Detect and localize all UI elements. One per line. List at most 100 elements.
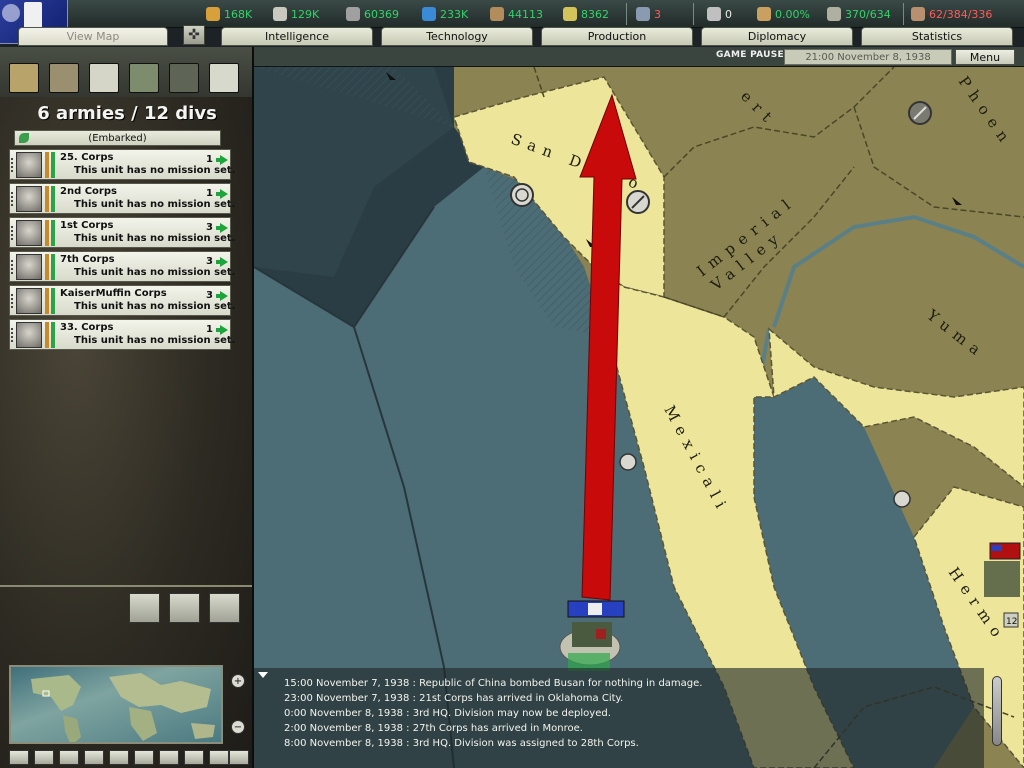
division-count: 3 <box>206 256 213 267</box>
minimap[interactable] <box>9 665 223 744</box>
mapmode-partisan-icon[interactable] <box>184 750 204 765</box>
division-count: 1 <box>206 188 213 199</box>
mapmode-political-icon[interactable] <box>34 750 54 765</box>
log-collapse-icon[interactable] <box>258 672 268 678</box>
log-entry[interactable]: 8:00 November 8, 1938 : 3rd HQ. Division… <box>284 738 639 749</box>
drag-handle-icon[interactable] <box>11 294 14 308</box>
resource-value: 129K <box>291 7 320 21</box>
embarked-header[interactable]: (Embarked) <box>14 130 221 146</box>
drag-handle-icon[interactable] <box>11 328 14 342</box>
resource-transport[interactable]: 370/634 <box>827 5 891 23</box>
tab-view-map[interactable]: View Map <box>18 27 168 46</box>
tab-diplomacy[interactable]: Diplomacy <box>701 27 853 46</box>
merge-button[interactable] <box>209 593 240 623</box>
resource-metal[interactable]: 129K <box>273 5 319 23</box>
mapmode-diplomatic-icon[interactable] <box>209 750 229 765</box>
drag-handle-icon[interactable] <box>11 260 14 274</box>
mapmode-resource-icon[interactable] <box>84 750 104 765</box>
go-arrow-icon[interactable] <box>216 223 228 233</box>
tab-technology[interactable]: Technology <box>381 27 533 46</box>
resource-value: 60369 <box>364 7 399 21</box>
resource-dissent[interactable]: 0.00% <box>757 5 810 23</box>
unit-row[interactable]: 1st Corps This unit has no mission set. 3 <box>9 217 235 248</box>
mapmode-naval-icon[interactable] <box>159 750 179 765</box>
unit-row[interactable]: 33. Corps This unit has no mission set. 1 <box>9 319 235 350</box>
embarked-label: (Embarked) <box>88 132 147 144</box>
unit-mission: This unit has no mission set. <box>74 199 236 210</box>
division-count: 1 <box>206 154 213 165</box>
commander-portrait <box>16 220 42 246</box>
mapmode-weather-icon[interactable] <box>109 750 129 765</box>
go-arrow-icon[interactable] <box>216 155 228 165</box>
resource-money[interactable]: 8362 <box>563 5 609 23</box>
log-entry[interactable]: 15:00 November 7, 1938 : Republic of Chi… <box>284 678 702 689</box>
filter-combat-icon[interactable] <box>169 63 199 93</box>
filter-naval-icon[interactable] <box>129 63 159 93</box>
resource-rare-materials[interactable]: 60369 <box>346 5 399 23</box>
airbase-icon[interactable] <box>908 101 932 125</box>
capitol-icon <box>24 2 42 28</box>
officers-icon <box>911 7 925 21</box>
log-entry[interactable]: 0:00 November 8, 1938 : 3rd HQ. Division… <box>284 708 611 719</box>
go-arrow-icon[interactable] <box>216 325 228 335</box>
resource-officers[interactable]: 62/384/336 <box>911 5 992 23</box>
unit-row[interactable]: 7th Corps This unit has no mission set. 3 <box>9 251 235 282</box>
split-button[interactable] <box>169 593 200 623</box>
game-date[interactable]: 21:00 November 8, 1938 <box>784 49 952 65</box>
filter-air-icon[interactable] <box>89 63 119 93</box>
message-log[interactable]: 15:00 November 7, 1938 : Republic of Chi… <box>254 668 984 768</box>
resource-oil[interactable]: 233K <box>422 5 468 23</box>
log-entry[interactable]: 23:00 November 7, 1938 : 21st Corps has … <box>284 693 623 704</box>
log-scroll-slider[interactable] <box>992 676 1002 746</box>
filter-armor-icon[interactable] <box>49 63 79 93</box>
drag-handle-icon[interactable] <box>11 158 14 172</box>
organization-bar <box>45 254 49 280</box>
tab-statistics[interactable]: Statistics <box>861 27 1013 46</box>
unit-row[interactable]: 2nd Corps This unit has no mission set. 1 <box>9 183 235 214</box>
resource-convoy[interactable]: 0 <box>707 5 732 23</box>
commander-portrait <box>16 322 42 348</box>
game-paused-label: GAME PAUSED <box>716 50 792 60</box>
mapmode-air-icon[interactable] <box>134 750 154 765</box>
organization-bar <box>45 186 49 212</box>
go-arrow-icon[interactable] <box>216 257 228 267</box>
mapmode-terrain-icon[interactable] <box>9 750 29 765</box>
divider <box>903 3 904 25</box>
game-map[interactable]: San Diego Imperial Valley Mexicali Yuma … <box>254 67 1024 768</box>
resource-value: 233K <box>440 7 469 21</box>
menu-button[interactable]: Menu <box>955 49 1015 65</box>
toggle-panel-button[interactable]: ✜ <box>183 25 205 45</box>
filter-transfer-icon[interactable] <box>209 63 239 93</box>
rare-materials-icon <box>346 7 360 21</box>
tab-intelligence[interactable]: Intelligence <box>221 27 373 46</box>
resource-energy[interactable]: 168K <box>206 5 252 23</box>
resource-value: 44113 <box>508 7 543 21</box>
port-anchor-icon[interactable] <box>619 453 637 471</box>
unload-button[interactable] <box>129 593 160 623</box>
unit-name: 1st Corps <box>60 220 114 231</box>
go-arrow-icon[interactable] <box>216 291 228 301</box>
log-entry[interactable]: 2:00 November 8, 1938 : 27th Corps has a… <box>284 723 583 734</box>
unit-row[interactable]: KaiserMuffin Corps This unit has no missi… <box>9 285 235 316</box>
resource-value: 370/634 <box>845 7 891 21</box>
province-count-badge: 12 <box>1003 612 1019 628</box>
division-count: 3 <box>206 290 213 301</box>
zoom-out-button[interactable]: − <box>231 720 245 734</box>
zoom-in-button[interactable]: + <box>231 674 245 688</box>
drag-handle-icon[interactable] <box>11 226 14 240</box>
unit-row[interactable]: 25. Corps This unit has no mission set. 1 <box>9 149 235 180</box>
commander-portrait <box>16 254 42 280</box>
go-arrow-icon[interactable] <box>216 189 228 199</box>
airbase-icon[interactable] <box>626 190 650 214</box>
oil-icon <box>422 7 436 21</box>
mapmode-supply-icon[interactable] <box>59 750 79 765</box>
resource-manpower[interactable]: 3 <box>636 5 661 23</box>
resource-supplies[interactable]: 44113 <box>490 5 543 23</box>
tab-production[interactable]: Production <box>541 27 693 46</box>
mapmode-victory-icon[interactable] <box>229 750 249 765</box>
port-anchor-icon[interactable] <box>510 183 534 207</box>
port-anchor-icon[interactable] <box>893 490 911 508</box>
filter-infantry-icon[interactable] <box>9 63 39 93</box>
drag-handle-icon[interactable] <box>11 192 14 206</box>
svg-text:12: 12 <box>1006 617 1017 627</box>
